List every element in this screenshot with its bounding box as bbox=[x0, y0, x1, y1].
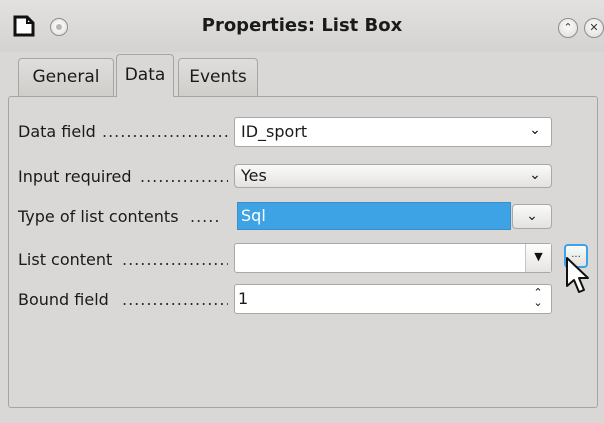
list-content-dots: ................... bbox=[122, 250, 228, 269]
tab-general[interactable]: General bbox=[18, 58, 114, 96]
dropdown-arrow-icon[interactable]: ▼ bbox=[525, 244, 551, 272]
list-type-label: Type of list contents bbox=[18, 207, 179, 226]
chevron-up-icon[interactable]: ⌃ bbox=[558, 18, 578, 38]
list-type-dots: ..... bbox=[190, 207, 221, 226]
list-content-input[interactable]: ▼ bbox=[234, 243, 552, 273]
bound-field-label: Bound field bbox=[18, 290, 109, 309]
list-content-label: List content bbox=[18, 250, 113, 269]
list-type-value: Sql bbox=[241, 206, 266, 225]
data-field-label: Data field bbox=[18, 122, 96, 141]
input-required-value: Yes bbox=[241, 166, 267, 185]
list-type-select[interactable]: Sql bbox=[237, 202, 511, 230]
input-required-select[interactable]: Yes ⌄ bbox=[234, 164, 552, 188]
input-required-dots: ................ bbox=[140, 167, 228, 186]
tab-events[interactable]: Events bbox=[178, 58, 258, 96]
data-field-dots: ...................... bbox=[102, 122, 228, 141]
input-required-label: Input required bbox=[18, 167, 132, 186]
spin-down-icon[interactable]: ⌄ bbox=[531, 297, 545, 308]
bound-field-value: 1 bbox=[238, 289, 249, 308]
tab-data[interactable]: Data bbox=[116, 54, 174, 97]
bound-field-spinbox[interactable]: 1 ⌃ ⌄ bbox=[234, 284, 552, 314]
data-field-combo[interactable]: ID_sport ⌄ bbox=[234, 117, 552, 147]
close-icon[interactable]: ✕ bbox=[584, 18, 604, 38]
data-field-value: ID_sport bbox=[241, 122, 308, 141]
title-bar: Properties: List Box ⌃ ✕ bbox=[0, 0, 604, 52]
chevron-down-icon[interactable]: ⌄ bbox=[512, 204, 552, 229]
mouse-pointer-icon bbox=[566, 257, 589, 293]
chevron-down-icon[interactable]: ⌄ bbox=[527, 118, 543, 142]
window-title: Properties: List Box bbox=[201, 15, 403, 36]
chevron-down-icon[interactable]: ⌄ bbox=[527, 165, 543, 185]
bound-field-dots: .................... bbox=[122, 290, 228, 309]
